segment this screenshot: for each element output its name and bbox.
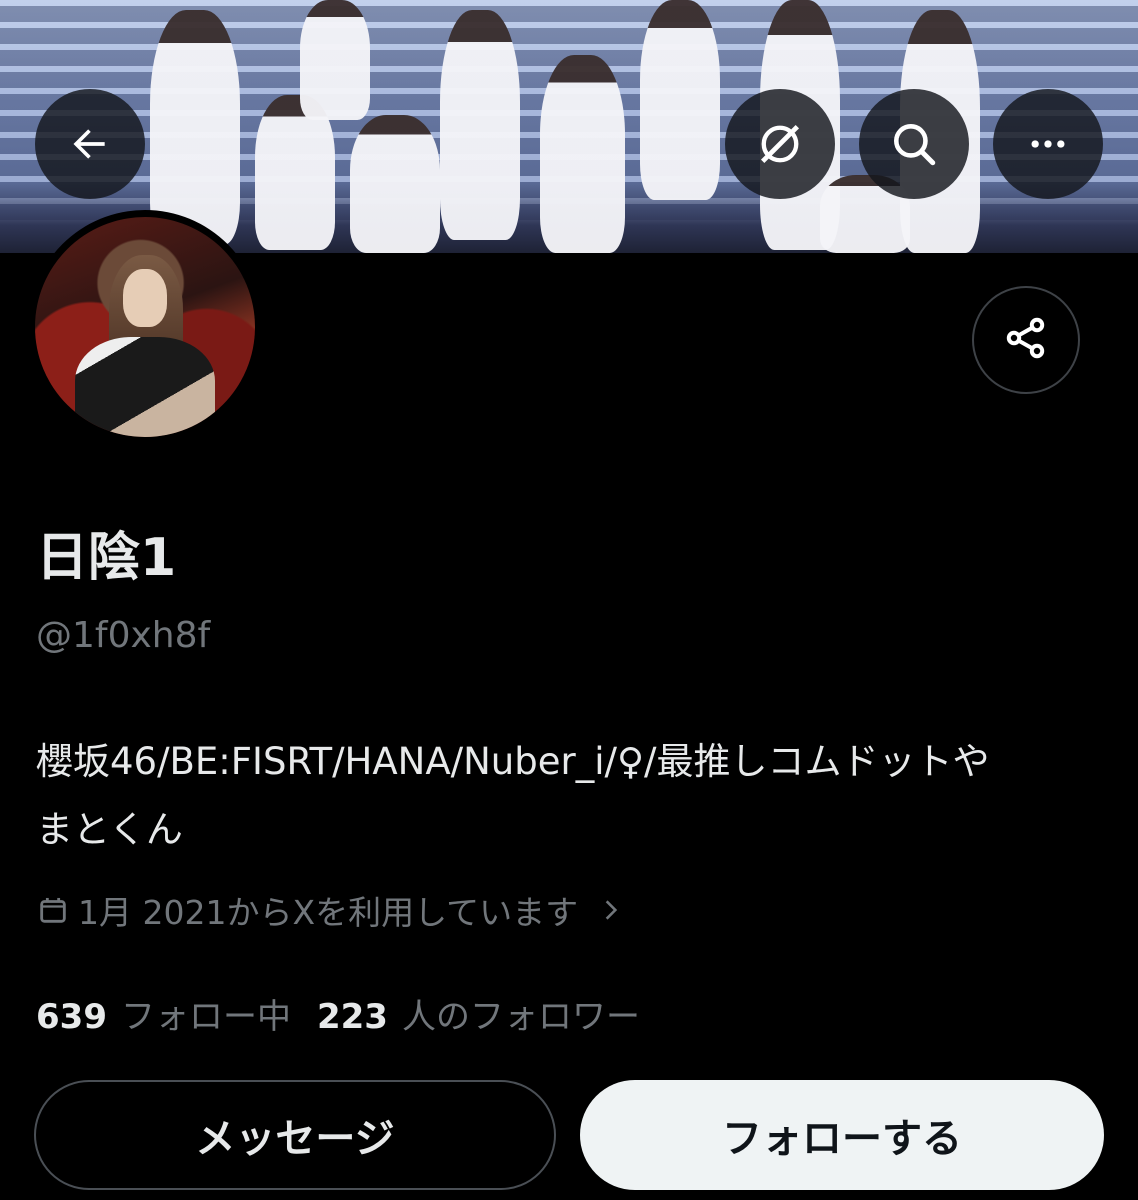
banner-figure — [640, 0, 720, 200]
banner-figure — [540, 55, 625, 253]
following-label: フォロー中 — [120, 997, 291, 1037]
joined-date[interactable]: 1月 2021からXを利用しています — [36, 893, 624, 932]
followers-link[interactable]: 223 人のフォロワー — [317, 1000, 640, 1034]
share-icon — [1002, 314, 1050, 366]
calendar-icon — [36, 893, 70, 932]
banner-figure — [440, 10, 520, 240]
back-button[interactable] — [35, 89, 145, 199]
share-button[interactable] — [972, 286, 1080, 394]
grok-button[interactable] — [725, 89, 835, 199]
chevron-right-icon — [598, 895, 624, 930]
avatar-image — [35, 217, 255, 437]
follow-stats: 639 フォロー中 223 人のフォロワー — [36, 1000, 640, 1034]
more-horizontal-icon — [1026, 122, 1070, 166]
search-button[interactable] — [859, 89, 969, 199]
following-link[interactable]: 639 フォロー中 — [36, 1000, 291, 1034]
following-count: 639 — [36, 997, 107, 1037]
banner-figure — [300, 0, 370, 120]
grok-icon — [754, 118, 806, 170]
arrow-left-icon — [68, 122, 112, 166]
bio-line: まとくん — [36, 808, 183, 851]
avatar[interactable] — [28, 210, 262, 444]
search-icon — [889, 119, 939, 169]
display-name: 日陰1 — [36, 528, 177, 588]
bio: 櫻坂46/BE:FISRT/HANA/Nuber_i/♀/最推しコムドットや ま… — [36, 728, 1106, 864]
bio-line: 櫻坂46/BE:FISRT/HANA/Nuber_i/♀/最推しコムドットや — [36, 740, 990, 783]
message-button[interactable]: メッセージ — [34, 1080, 556, 1190]
banner-figure — [350, 115, 440, 253]
banner-figure — [150, 10, 240, 245]
followers-count: 223 — [316, 997, 388, 1037]
more-button[interactable] — [993, 89, 1103, 199]
handle: @1f0xh8f — [36, 615, 211, 656]
joined-text: 1月 2021からXを利用しています — [78, 893, 579, 932]
followers-label: 人のフォロワー — [401, 997, 640, 1037]
follow-button[interactable]: フォローする — [580, 1080, 1104, 1190]
